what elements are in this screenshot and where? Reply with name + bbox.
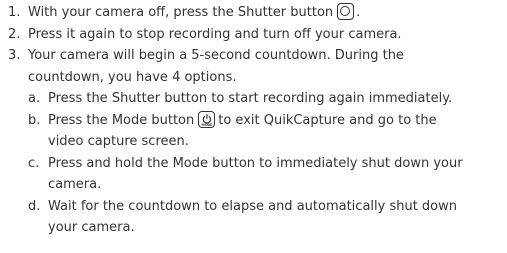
step-text-line1: Your camera will begin a 5-second countd… [28, 48, 404, 63]
option-text-line2: video capture screen. [48, 134, 189, 149]
option-letter: a. [28, 91, 41, 106]
option-c: c. Press and hold the Mode button to imm… [8, 153, 507, 175]
step-number: 2. [8, 26, 21, 42]
step-text: Press it again to stop recording and tur… [28, 26, 402, 42]
option-text-line1: Wait for the countdown to elapse and aut… [48, 198, 458, 214]
option-b: b. Press the Mode button MODE to exit Qu… [8, 110, 507, 132]
instructions-list: 1. With your camera off, press the Shutt… [0, 0, 507, 239]
option-d: d. Wait for the countdown to elapse and … [8, 196, 507, 218]
step-1: 1. With your camera off, press the Shutt… [8, 2, 507, 24]
mode-icon-label: MODE [202, 123, 213, 127]
mode-button-icon: MODE [198, 110, 216, 128]
option-letter: d. [28, 198, 41, 214]
option-text-line1: Press and hold the Mode button to immedi… [48, 155, 463, 171]
step-2: 2. Press it again to stop recording and … [8, 24, 507, 46]
step-text: With your camera off, press the Shutter … [28, 3, 361, 20]
option-letter: c. [28, 155, 40, 171]
option-letter: b. [28, 112, 41, 128]
option-text: Press the Shutter button to start record… [48, 91, 453, 106]
shutter-button-icon [337, 3, 355, 20]
option-text-line2: your camera. [48, 220, 135, 235]
option-a: a. Press the Shutter button to start rec… [8, 88, 507, 110]
option-text-line2: camera. [48, 177, 102, 192]
option-c-continuation: camera. [8, 174, 507, 196]
option-d-continuation: your camera. [8, 217, 507, 239]
step-number: 1. [8, 5, 21, 20]
step-number: 3. [8, 48, 21, 63]
option-b-continuation: video capture screen. [8, 131, 507, 153]
option-text: Press the Mode button MODE to exit QuikC… [48, 110, 437, 128]
step-3: 3. Your camera will begin a 5-second cou… [8, 45, 507, 67]
step-3-continuation: countdown, you have 4 options. [8, 67, 507, 89]
step-text-line2: countdown, you have 4 options. [28, 69, 237, 85]
